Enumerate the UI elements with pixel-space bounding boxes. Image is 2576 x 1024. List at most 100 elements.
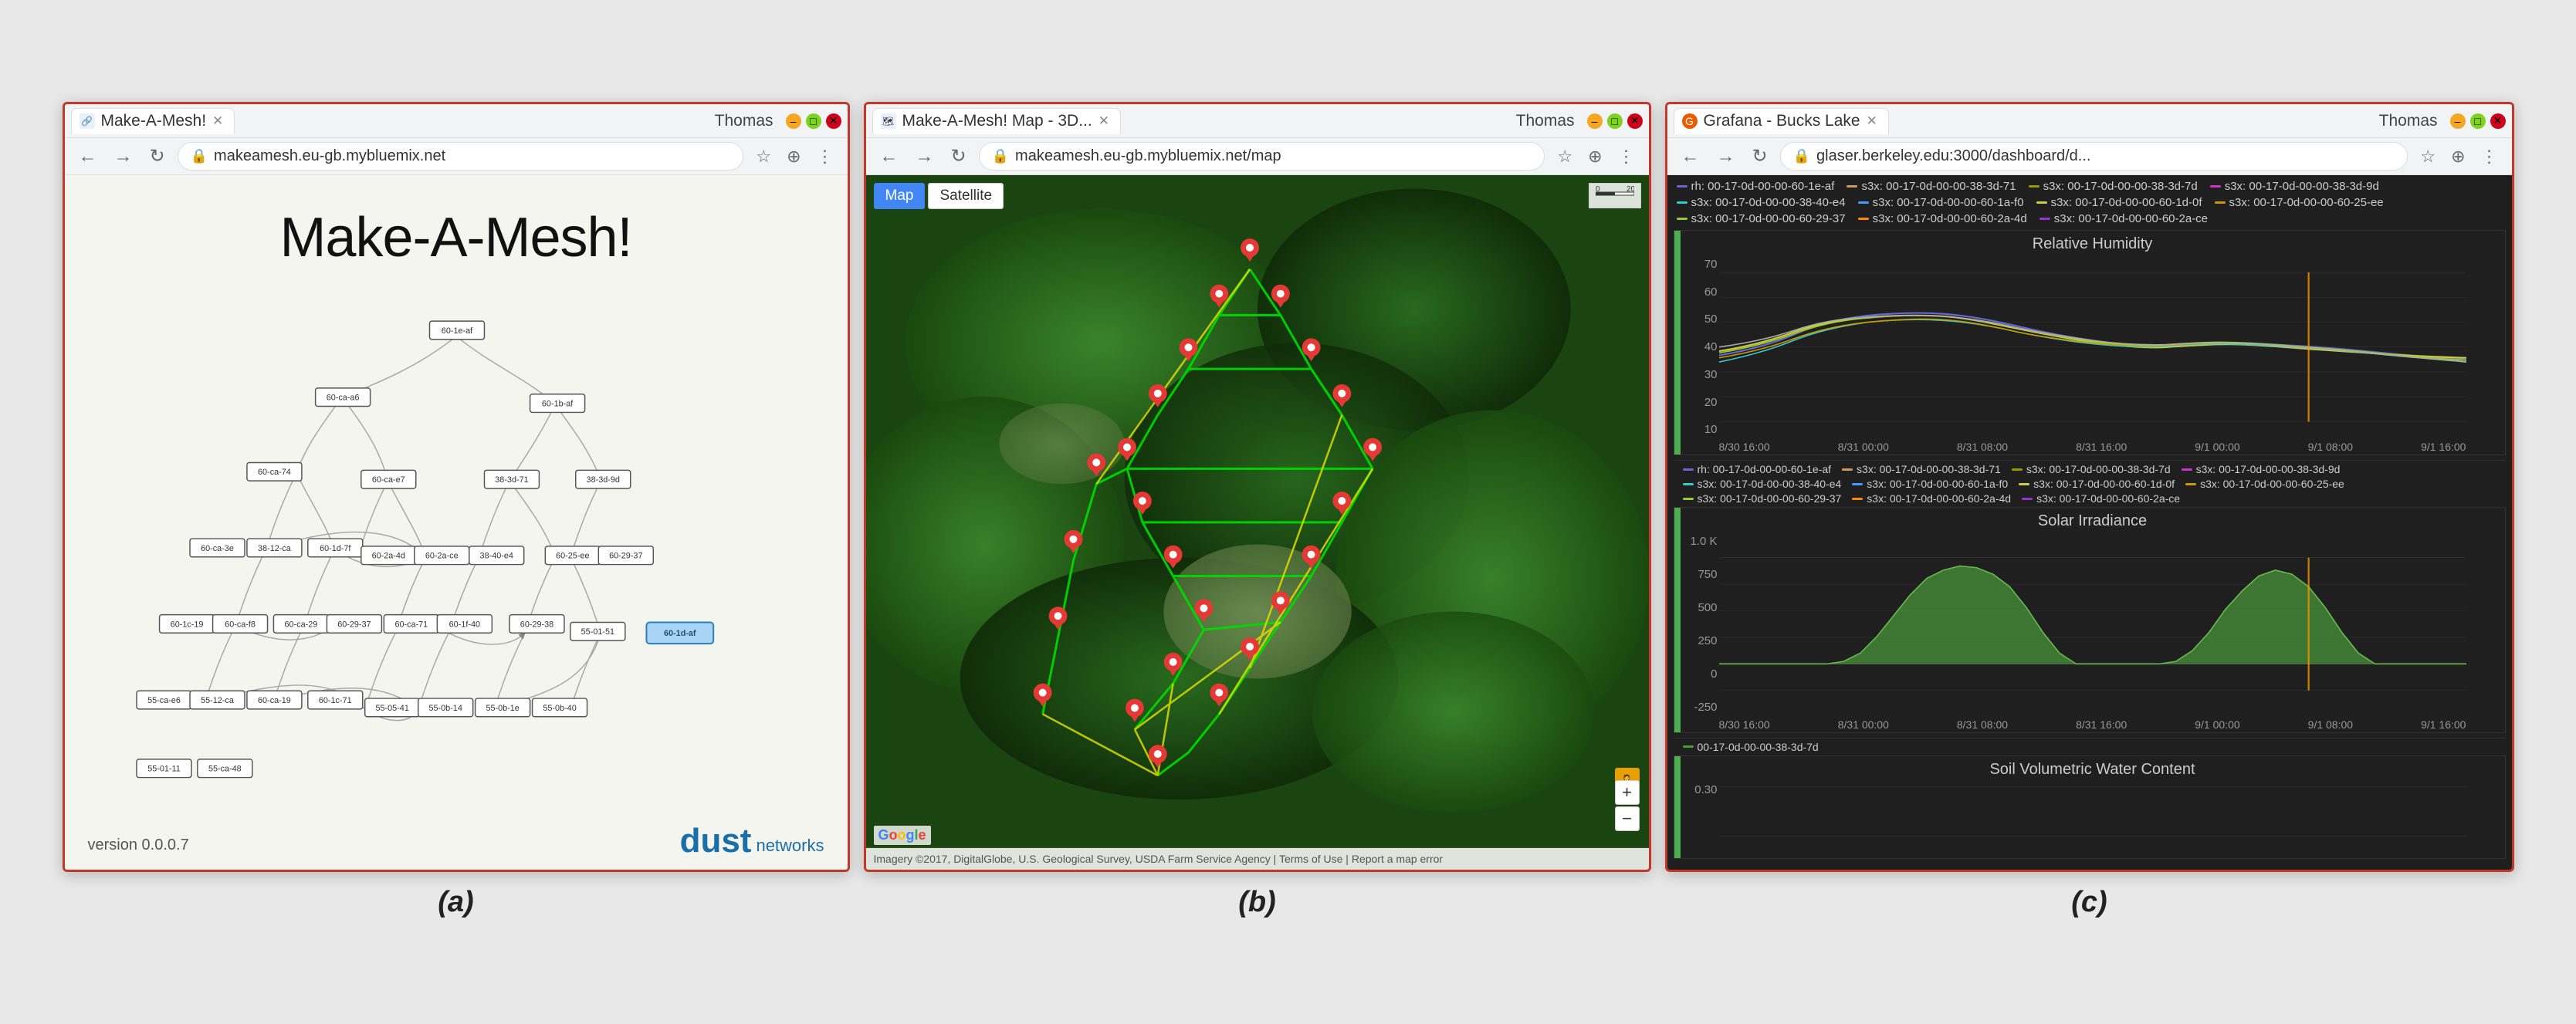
svg-text:60-ca-e7: 60-ca-e7 bbox=[371, 475, 405, 485]
fwd-btn-b[interactable]: → bbox=[911, 144, 939, 169]
menu-icon-c[interactable]: ⋮ bbox=[2476, 144, 2503, 169]
addressbar-b: ← → ↻ 🔒 makeamesh.eu-gb.mybluemix.net/ma… bbox=[866, 138, 1649, 175]
map-btn-satellite[interactable]: Satellite bbox=[928, 183, 1004, 209]
humidity-title: Relative Humidity bbox=[1681, 231, 2505, 255]
bookmark-icon-b[interactable]: ☆ bbox=[1552, 144, 1577, 169]
svg-text:60-1c-19: 60-1c-19 bbox=[170, 620, 203, 629]
zoom-controls: + − bbox=[1615, 780, 1640, 831]
addressbar-c: ← → ↻ 🔒 glaser.berkeley.edu:3000/dashboa… bbox=[1667, 138, 2512, 175]
svg-text:60-ca-3e: 60-ca-3e bbox=[201, 544, 234, 553]
panel-b-wrapper: 🗺 Make-A-Mesh! Map - 3D... ✕ Thomas – □ … bbox=[864, 102, 1651, 922]
google-logo: Google bbox=[874, 826, 931, 845]
address-input-c[interactable]: 🔒 glaser.berkeley.edu:3000/dashboard/d..… bbox=[1780, 142, 2408, 171]
svg-text:60-1d-af: 60-1d-af bbox=[664, 629, 696, 638]
extensions-icon-b[interactable]: ⊕ bbox=[1583, 144, 1606, 169]
solar-legend: 00-17-0d-00-00-38-3d-7d bbox=[1674, 738, 2506, 755]
toolbar-b: ☆ ⊕ ⋮ bbox=[1552, 144, 1639, 169]
dust-logo: dust networks bbox=[680, 822, 824, 860]
svg-text:38-40-e4: 38-40-e4 bbox=[479, 552, 513, 561]
svg-text:60-ca-29: 60-ca-29 bbox=[284, 620, 317, 629]
menu-icon-a[interactable]: ⋮ bbox=[812, 144, 838, 169]
tab-b-close[interactable]: ✕ bbox=[1098, 113, 1109, 129]
address-input-b[interactable]: 🔒 makeamesh.eu-gb.mybluemix.net/map bbox=[979, 142, 1545, 171]
reload-btn-b[interactable]: ↻ bbox=[946, 144, 971, 169]
dust-brand: dust bbox=[680, 822, 752, 860]
panel-c-wrapper: G Grafana - Bucks Lake ✕ Thomas – □ ✕ ← … bbox=[1665, 102, 2514, 922]
tab-b[interactable]: 🗺 Make-A-Mesh! Map - 3D... ✕ bbox=[872, 108, 1121, 134]
svg-text:55-0b-14: 55-0b-14 bbox=[428, 704, 462, 713]
window-c: G Grafana - Bucks Lake ✕ Thomas – □ ✕ ← … bbox=[1665, 102, 2514, 872]
svg-text:60-ca-a6: 60-ca-a6 bbox=[326, 394, 359, 403]
dust-networks: networks bbox=[756, 836, 824, 860]
svg-text:60-ca-19: 60-ca-19 bbox=[258, 696, 291, 705]
grafana-content: rh: 00-17-0d-00-00-60-1e-af s3x: 00-17-0… bbox=[1667, 175, 2512, 870]
svg-text:0: 0 bbox=[1596, 186, 1600, 194]
tab-c[interactable]: G Grafana - Bucks Lake ✕ bbox=[1674, 108, 1889, 134]
panel-a-wrapper: 🔗 Make-A-Mesh! ✕ Thomas – □ ✕ ← → ↻ 🔒 m bbox=[63, 102, 850, 922]
close-btn-c[interactable]: ✕ bbox=[2490, 113, 2506, 129]
svg-text:55-01-11: 55-01-11 bbox=[147, 765, 181, 774]
bookmark-icon-a[interactable]: ☆ bbox=[751, 144, 776, 169]
address-input-a[interactable]: 🔒 makeamesh.eu-gb.mybluemix.net bbox=[178, 142, 744, 171]
svg-text:60-29-37: 60-29-37 bbox=[609, 552, 642, 561]
solar-chart: 1.0 K7505002500-250 bbox=[1681, 532, 2505, 732]
content-b: Map Satellite 0 200m bbox=[866, 175, 1649, 870]
tab-c-close[interactable]: ✕ bbox=[1867, 113, 1877, 129]
user-b: Thomas bbox=[1508, 112, 1582, 130]
toolbar-c: ☆ ⊕ ⋮ bbox=[2415, 144, 2502, 169]
lock-icon-b: 🔒 bbox=[992, 148, 1009, 164]
legend-s3x-4: s3x: 00-17-0d-00-00-38-40-e4 bbox=[1677, 196, 1846, 209]
maximize-btn-c[interactable]: □ bbox=[2470, 113, 2486, 129]
svg-text:60-1c-71: 60-1c-71 bbox=[318, 696, 351, 705]
humidity-xaxis: 8/30 16:008/31 00:008/31 08:008/31 16:00… bbox=[1719, 441, 2466, 453]
legend-s3x-9: s3x: 00-17-0d-00-00-60-2a-4d bbox=[1858, 212, 2027, 225]
minimize-btn-b[interactable]: – bbox=[1587, 113, 1603, 129]
reload-btn-c[interactable]: ↻ bbox=[1748, 144, 1772, 169]
svg-text:55-0b-40: 55-0b-40 bbox=[543, 704, 576, 713]
user-c: Thomas bbox=[2371, 112, 2446, 130]
map-btn-map[interactable]: Map bbox=[874, 183, 926, 209]
svg-text:55-ca-48: 55-ca-48 bbox=[208, 765, 241, 774]
user-a: Thomas bbox=[707, 112, 781, 130]
winbtns-a: – □ ✕ bbox=[786, 113, 841, 129]
extensions-icon-a[interactable]: ⊕ bbox=[782, 144, 805, 169]
svg-text:200m: 200m bbox=[1627, 186, 1634, 194]
panel-a-label: (a) bbox=[438, 872, 473, 922]
titlebar-a: 🔗 Make-A-Mesh! ✕ Thomas – □ ✕ bbox=[65, 104, 848, 138]
close-btn-b[interactable]: ✕ bbox=[1627, 113, 1643, 129]
humidity-inner: Relative Humidity 70605040302010 bbox=[1674, 231, 2505, 455]
soil-yaxis: 0.30 bbox=[1684, 783, 1718, 840]
tab-a-close[interactable]: ✕ bbox=[212, 113, 223, 129]
fwd-btn-a[interactable]: → bbox=[110, 144, 137, 169]
humidity-panel: Relative Humidity 70605040302010 bbox=[1674, 230, 2506, 455]
solar-inner: Solar Irradiance 1.0 K7505002500-250 bbox=[1674, 508, 2505, 732]
close-btn-a[interactable]: ✕ bbox=[826, 113, 841, 129]
soil-chart: 0.30 bbox=[1681, 780, 2505, 858]
humidity-chart: 70605040302010 bbox=[1681, 255, 2505, 455]
grafana-panels: Relative Humidity 70605040302010 bbox=[1667, 230, 2512, 870]
minimize-btn-a[interactable]: – bbox=[786, 113, 801, 129]
back-btn-a[interactable]: ← bbox=[74, 144, 102, 169]
zoom-in-btn[interactable]: + bbox=[1615, 780, 1640, 805]
minimize-btn-c[interactable]: – bbox=[2450, 113, 2466, 129]
svg-text:60-ca-f8: 60-ca-f8 bbox=[225, 620, 256, 629]
maximize-btn-a[interactable]: □ bbox=[806, 113, 821, 129]
svg-text:55-ca-e6: 55-ca-e6 bbox=[147, 696, 181, 705]
bookmark-icon-c[interactable]: ☆ bbox=[2415, 144, 2440, 169]
svg-text:60-29-37: 60-29-37 bbox=[337, 620, 371, 629]
svg-text:60-25-ee: 60-25-ee bbox=[556, 552, 589, 561]
soil-title: Soil Volumetric Water Content bbox=[1681, 756, 2505, 780]
solar-title: Solar Irradiance bbox=[1681, 508, 2505, 532]
svg-text:38-3d-71: 38-3d-71 bbox=[495, 475, 528, 485]
menu-icon-b[interactable]: ⋮ bbox=[1613, 144, 1640, 169]
extensions-icon-c[interactable]: ⊕ bbox=[2446, 144, 2469, 169]
tab-a[interactable]: 🔗 Make-A-Mesh! ✕ bbox=[71, 108, 235, 134]
fwd-btn-c[interactable]: → bbox=[1712, 144, 1740, 169]
mesh-title: Make-A-Mesh! bbox=[65, 175, 848, 269]
back-btn-b[interactable]: ← bbox=[875, 144, 903, 169]
zoom-out-btn[interactable]: − bbox=[1615, 806, 1640, 831]
reload-btn-a[interactable]: ↻ bbox=[145, 144, 170, 169]
svg-text:60-ca-74: 60-ca-74 bbox=[258, 468, 291, 477]
back-btn-c[interactable]: ← bbox=[1677, 144, 1704, 169]
maximize-btn-b[interactable]: □ bbox=[1607, 113, 1623, 129]
